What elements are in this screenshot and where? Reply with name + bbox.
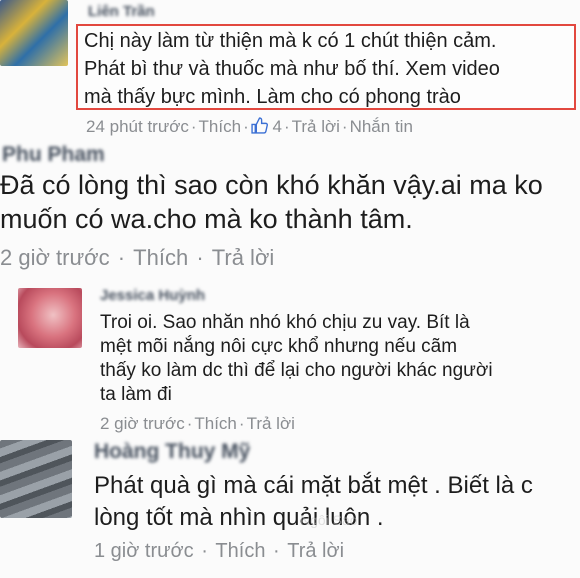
like-link[interactable]: Thích bbox=[199, 117, 242, 136]
comment-text-line: Phát quà gì mà cái mặt bắt mệt . Biết là… bbox=[94, 472, 533, 499]
avatar[interactable] bbox=[18, 288, 82, 348]
comment-text-line: Phát bì thư và thuốc mà như bố thí. Xem … bbox=[84, 58, 500, 80]
thumbs-up-icon bbox=[251, 117, 268, 139]
comment-author[interactable]: Phu Pham bbox=[2, 143, 105, 167]
reply-link[interactable]: Trả lời bbox=[287, 540, 344, 562]
like-link[interactable]: Thích bbox=[133, 245, 188, 270]
comment-text-line: muốn có wa.cho mà ko thành tâm. bbox=[0, 204, 413, 234]
comment-author[interactable]: Jessica Huỳnh bbox=[100, 287, 205, 304]
message-link[interactable]: Nhắn tin bbox=[350, 117, 413, 136]
reply-link[interactable]: Trả lời bbox=[212, 245, 275, 270]
watermark: Ngôi Sao bbox=[300, 512, 358, 528]
comment-time[interactable]: 1 giờ trước bbox=[94, 540, 194, 562]
comment-time[interactable]: 2 giờ trước bbox=[100, 414, 185, 433]
like-link[interactable]: Thích bbox=[194, 414, 237, 433]
avatar[interactable] bbox=[0, 440, 72, 518]
avatar[interactable] bbox=[0, 0, 68, 66]
comment-text-line: ta làm đi bbox=[100, 384, 172, 405]
comment-author[interactable]: Hoàng Thuy Mỹ bbox=[94, 440, 250, 464]
separator: · bbox=[186, 414, 193, 433]
separator: · bbox=[111, 245, 132, 270]
comment-text-line: Chị này làm từ thiện mà k có 1 chút thiệ… bbox=[84, 30, 497, 52]
separator: · bbox=[190, 245, 210, 270]
like-link[interactable]: Thích bbox=[215, 540, 265, 562]
separator: · bbox=[283, 117, 290, 136]
comment-time[interactable]: 24 phút trước bbox=[86, 117, 189, 136]
separator: · bbox=[238, 414, 245, 433]
separator: · bbox=[267, 540, 286, 562]
like-count: 4 bbox=[272, 117, 282, 136]
comment-meta: 1 giờ trước · Thích · Trả lời bbox=[94, 540, 344, 563]
separator: · bbox=[190, 117, 197, 136]
comment-text-line: mệt mõi nắng nôi cực khổ nhưng nếu cãm bbox=[100, 336, 458, 357]
separator: · bbox=[243, 117, 249, 136]
separator: · bbox=[195, 540, 214, 562]
comment-text-line: thấy ko làm dc thì để lại cho người khác… bbox=[100, 360, 493, 381]
comment-text-line: Troi oi. Sao nhăn nhó khó chịu zu vay. B… bbox=[100, 312, 470, 333]
reply-link[interactable]: Trả lời bbox=[292, 117, 340, 136]
comment-meta: 24 phút trước · Thích · 4 · Trả lời · Nhắn tin bbox=[86, 117, 413, 139]
separator: · bbox=[341, 117, 348, 136]
reply-link[interactable]: Trả lời bbox=[247, 414, 295, 433]
comment-text-line: Đã có lòng thì sao còn khó khăn vậy.ai m… bbox=[0, 170, 543, 200]
comment-meta: 2 giờ trước · Thích · Trả lời bbox=[0, 245, 274, 271]
comment-text-line: mà thấy bực mình. Làm cho có phong trào bbox=[84, 86, 461, 108]
comment-meta: 2 giờ trước · Thích · Trả lời bbox=[100, 414, 295, 434]
comment-time[interactable]: 2 giờ trước bbox=[0, 245, 110, 270]
comment-author[interactable]: Liên Trần bbox=[88, 3, 155, 20]
